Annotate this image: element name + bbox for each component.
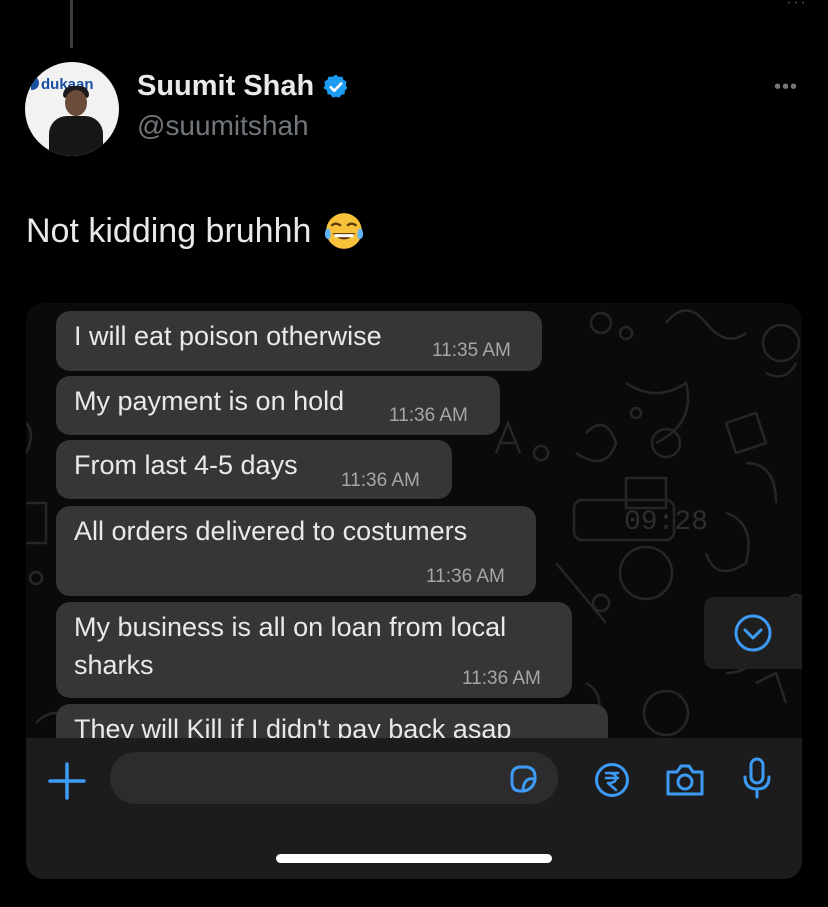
microphone-icon[interactable] bbox=[742, 756, 772, 800]
message-bubble[interactable]: My business is all on loan from local sh… bbox=[56, 602, 572, 698]
doodle-clock-text: 09:28 bbox=[624, 507, 708, 538]
home-indicator bbox=[276, 854, 552, 863]
sticker-icon[interactable] bbox=[508, 764, 538, 794]
message-bubble[interactable]: From last 4-5 days 11:36 AM bbox=[56, 440, 452, 499]
tweet-text: Not kidding bruhhh bbox=[26, 210, 365, 252]
more-options-icon[interactable]: ••• bbox=[774, 76, 798, 99]
tweet-text-content: Not kidding bruhhh bbox=[26, 211, 312, 250]
chevron-down-icon bbox=[734, 614, 772, 652]
message-bubble[interactable]: My payment is on hold 11:36 AM bbox=[56, 376, 500, 435]
scroll-to-bottom-button[interactable] bbox=[704, 597, 802, 669]
face-with-tears-of-joy-icon bbox=[325, 213, 364, 249]
camera-icon[interactable] bbox=[664, 762, 706, 798]
author-handle[interactable]: @suumitshah bbox=[137, 110, 309, 142]
rupee-payment-icon[interactable] bbox=[594, 762, 630, 798]
author-display-name[interactable]: Suumit Shah bbox=[137, 70, 314, 103]
chat-input-bar bbox=[26, 738, 802, 879]
message-input[interactable] bbox=[110, 752, 558, 804]
verified-badge-icon bbox=[323, 74, 348, 98]
avatar[interactable]: dukaan bbox=[25, 62, 119, 156]
message-bubble[interactable]: I will eat poison otherwise 11:35 AM bbox=[56, 311, 542, 371]
add-attachment-icon[interactable] bbox=[48, 762, 86, 800]
message-bubble[interactable]: They will Kill if I didn't pay back asap bbox=[56, 704, 608, 738]
author-name-row[interactable]: Suumit Shah bbox=[137, 70, 350, 103]
message-bubble[interactable]: All orders delivered to costumers 11:36 … bbox=[56, 506, 536, 596]
tweet-media-image[interactable]: 09:28 I will eat poison otherwise 11:35 … bbox=[26, 303, 802, 879]
thread-connector-line bbox=[70, 0, 73, 48]
top-more-icon: ··· bbox=[786, 0, 808, 11]
chat-area: 09:28 I will eat poison otherwise 11:35 … bbox=[26, 303, 802, 738]
